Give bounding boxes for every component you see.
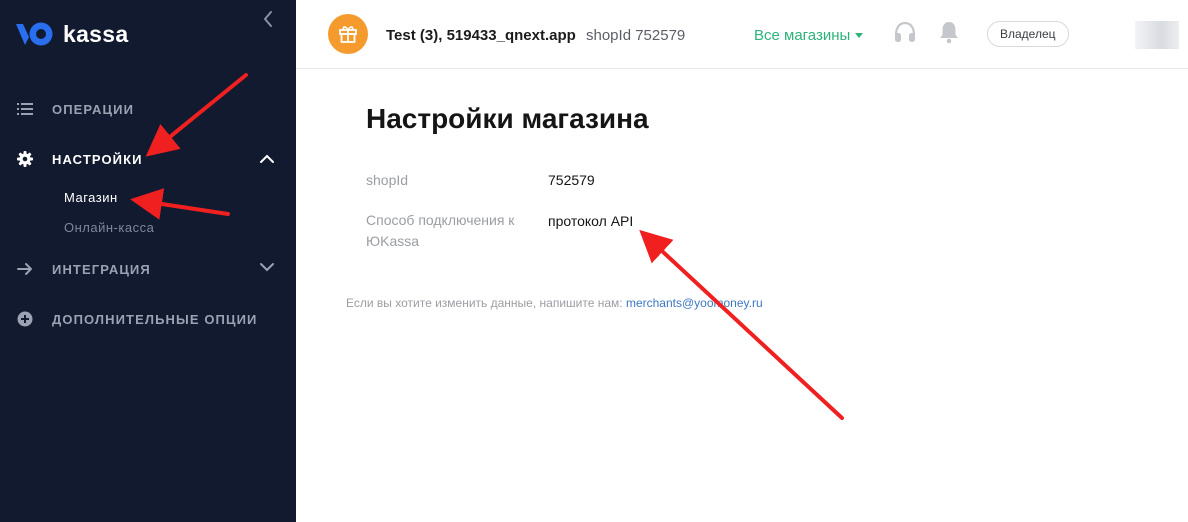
page-title: Настройки магазина [366, 103, 649, 134]
bell-icon[interactable] [938, 20, 960, 44]
sidebar-subitem-online-kassa[interactable]: Онлайн-касса [64, 220, 154, 235]
headset-icon[interactable] [892, 20, 918, 46]
field-label-connection-method: Способ подключения к ЮKassa [366, 212, 515, 249]
stores-dropdown[interactable]: Все магазины [754, 27, 864, 44]
shop-name: Test (3), 519433_qnext.app [386, 27, 576, 44]
chevron-up-icon [260, 154, 274, 163]
brand-logo[interactable]: kassa [16, 20, 128, 48]
top-header: Test (3), 519433_qnext.app shopId 752579… [296, 0, 1188, 69]
sidebar-item-operations[interactable]: ОПЕРАЦИИ [0, 94, 296, 124]
collapse-sidebar-icon[interactable] [260, 10, 276, 28]
gear-icon [17, 151, 33, 167]
user-avatar[interactable] [1135, 21, 1179, 49]
sidebar-item-label: ИНТЕГРАЦИЯ [52, 261, 151, 277]
list-icon [17, 103, 33, 115]
sidebar-item-settings[interactable]: НАСТРОЙКИ [0, 144, 296, 174]
gift-icon [339, 26, 357, 43]
brand-name: kassa [63, 20, 129, 47]
role-badge[interactable]: Владелец [987, 21, 1069, 47]
sidebar-subitem-shop[interactable]: Магазин [64, 190, 118, 205]
footnote-text: Если вы хотите изменить данные, напишите… [346, 296, 623, 310]
arrow-right-icon [17, 263, 32, 275]
field-value-shopid: 752579 [548, 172, 595, 188]
field-value-connection-method: протокол API [548, 213, 634, 229]
sidebar-item-label: ДОПОЛНИТЕЛЬНЫЕ ОПЦИИ [52, 311, 258, 327]
shop-avatar[interactable] [328, 14, 368, 54]
chevron-down-icon [260, 263, 274, 272]
annotation-arrow-api [639, 229, 844, 420]
footnote: Если вы хотите изменить данные, напишите… [346, 296, 763, 310]
sidebar-item-label: НАСТРОЙКИ [52, 151, 143, 167]
sidebar: kassa ОПЕРАЦИИ НАСТРОЙКИ Магазин Онлайн-… [0, 0, 296, 522]
shop-id: shopId 752579 [586, 27, 686, 44]
sidebar-item-label: ОПЕРАЦИИ [52, 101, 135, 117]
sidebar-item-additional-options[interactable]: ДОПОЛНИТЕЛЬНЫЕ ОПЦИИ [0, 304, 296, 334]
yoo-logo-icon [16, 22, 53, 46]
sidebar-item-integration[interactable]: ИНТЕГРАЦИЯ [0, 254, 296, 284]
support-email-link[interactable]: merchants@yoomoney.ru [626, 296, 763, 310]
plus-circle-icon [17, 311, 33, 327]
caret-down-icon [855, 33, 864, 38]
field-label-shopid: shopId [366, 172, 409, 188]
stores-dropdown-label: Все магазины [754, 27, 851, 44]
